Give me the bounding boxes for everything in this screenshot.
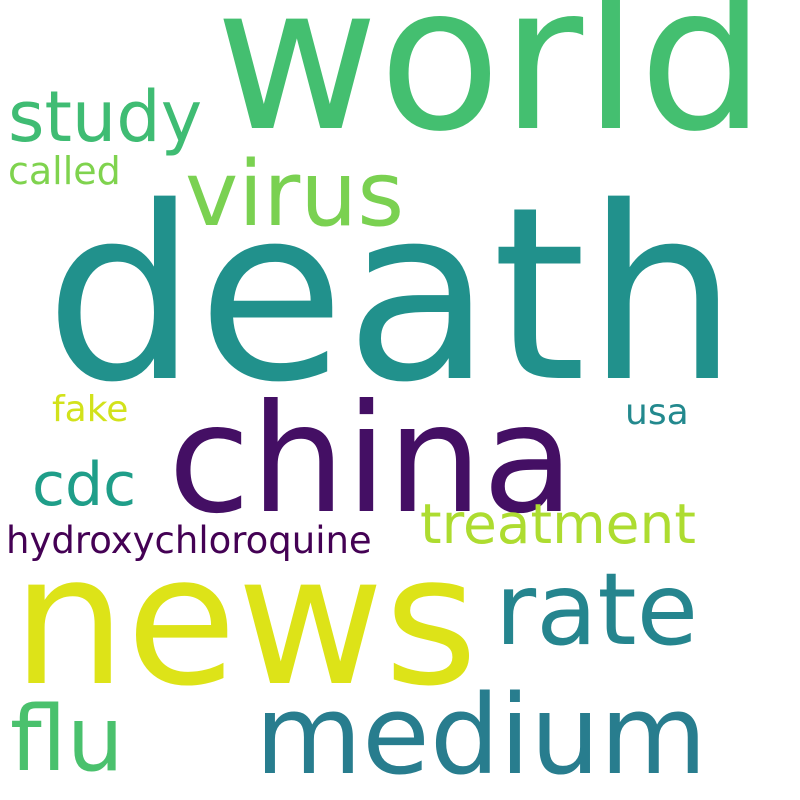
word-usa: usa <box>625 392 689 433</box>
word-study: study <box>8 76 203 158</box>
word-medium: medium <box>255 671 708 799</box>
word-rate: rate <box>495 551 699 668</box>
word-flu: flu <box>10 687 124 792</box>
word-cdc: cdc <box>32 450 137 520</box>
word-fake: fake <box>52 389 129 430</box>
word-world: world <box>215 0 766 176</box>
word-cloud: world study called virus death fake usa … <box>0 0 800 800</box>
